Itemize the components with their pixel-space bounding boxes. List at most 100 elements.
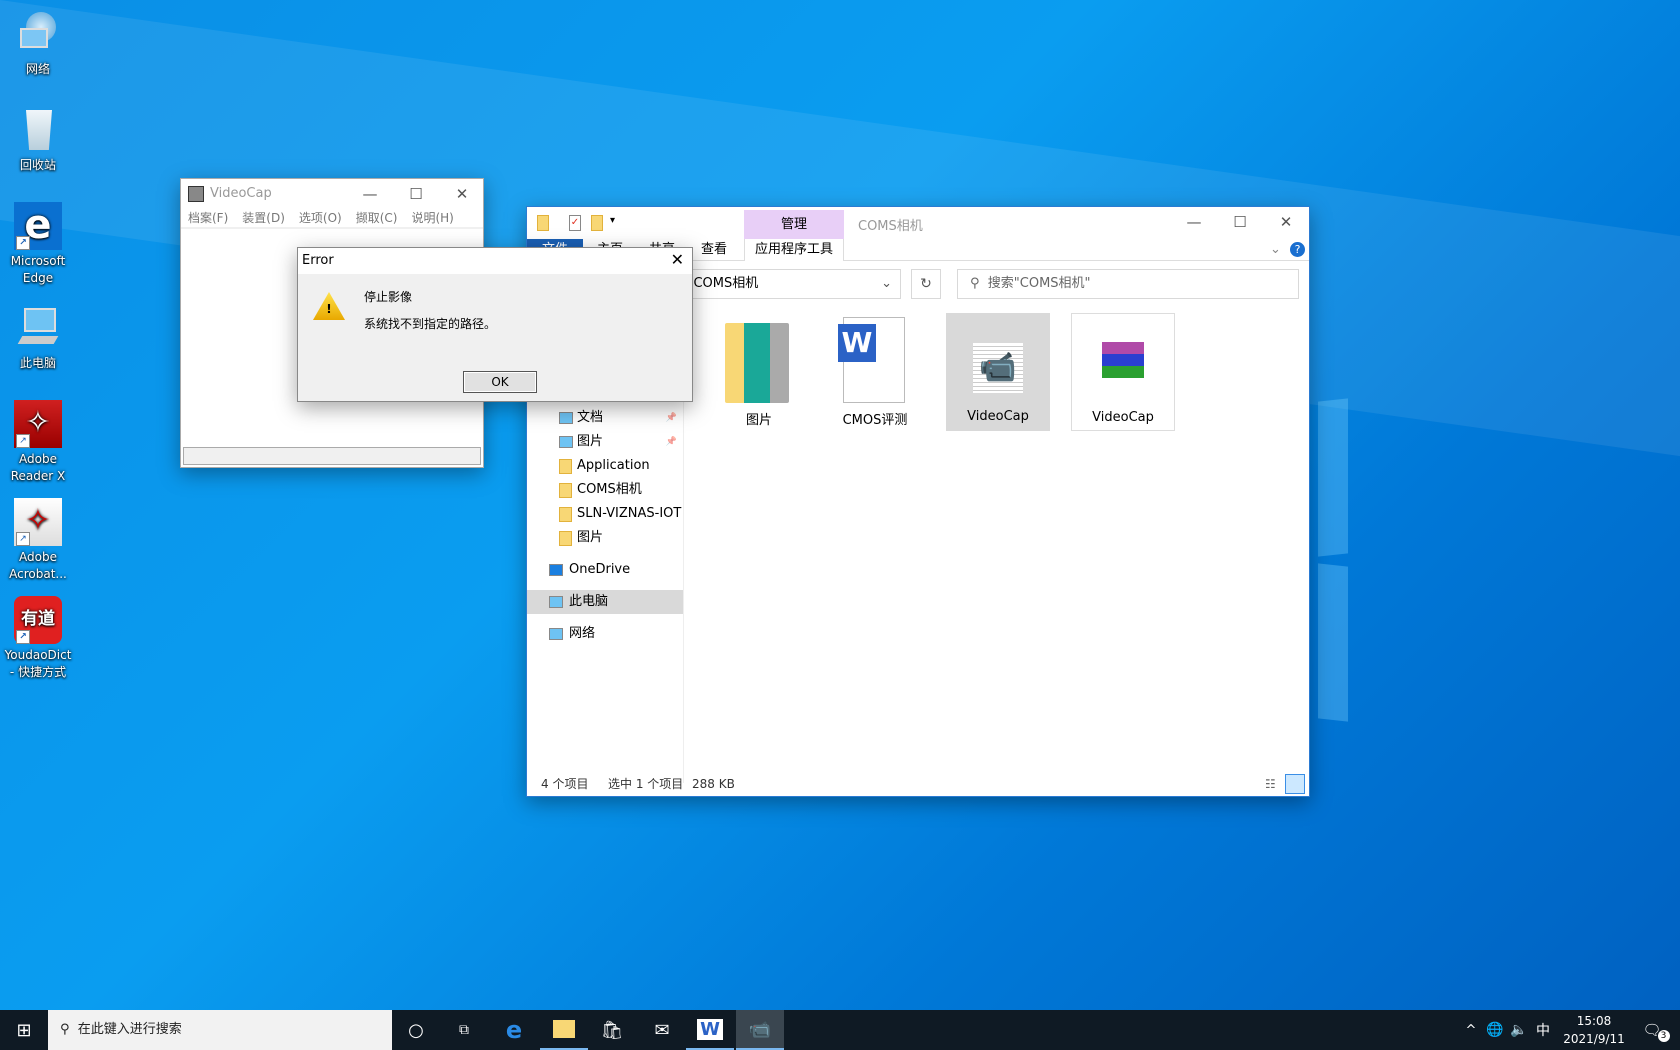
menu-help[interactable]: 说明(H) bbox=[411, 211, 453, 225]
details-view-button[interactable]: ☷ bbox=[1265, 774, 1276, 794]
file-item-rar-archive[interactable]: VideoCap bbox=[1071, 313, 1175, 431]
youdao-icon: 有道 ↗ bbox=[14, 596, 62, 644]
breadcrumb-current[interactable]: COMS相机 bbox=[693, 276, 758, 291]
nav-item[interactable]: OneDrive bbox=[527, 558, 683, 582]
desktop-icon-this-pc[interactable]: 此电脑 bbox=[0, 304, 76, 372]
nav-item-label: 此电脑 bbox=[569, 594, 609, 609]
nav-item[interactable]: 图片 bbox=[527, 526, 683, 550]
start-button[interactable]: ⊞ bbox=[0, 1010, 48, 1050]
nav-item[interactable]: 此电脑 bbox=[527, 590, 683, 614]
tab-view[interactable]: 查看 bbox=[701, 239, 727, 261]
nav-item[interactable]: Application bbox=[527, 454, 683, 478]
file-item-word-document[interactable]: W CMOS评测 bbox=[823, 313, 927, 431]
status-bar: 4 个项目 选中 1 个项目 288 KB ☷ bbox=[527, 774, 1309, 796]
clock[interactable]: 15:08 2021/9/11 bbox=[1556, 1012, 1632, 1048]
ime-indicator[interactable]: 中 bbox=[1530, 1010, 1556, 1050]
ok-button[interactable]: OK bbox=[463, 371, 537, 393]
nav-item[interactable]: 网络 bbox=[527, 622, 683, 646]
dialog-title: Error bbox=[302, 253, 334, 268]
nav-item[interactable]: COMS相机 bbox=[527, 478, 683, 502]
help-icon[interactable]: ? bbox=[1290, 242, 1305, 257]
file-item-folder[interactable]: 图片 bbox=[707, 313, 811, 431]
warning-icon: ! bbox=[313, 292, 345, 320]
close-button[interactable]: ✕ bbox=[439, 179, 485, 209]
dialog-titlebar[interactable]: Error ✕ bbox=[298, 248, 692, 274]
menu-capture[interactable]: 撷取(C) bbox=[356, 211, 398, 225]
network-tray-icon[interactable]: 🌐 bbox=[1482, 1010, 1508, 1050]
desktop-icon-edge[interactable]: e ↗ Microsoft Edge bbox=[0, 202, 76, 287]
quick-access-dropdown-icon[interactable]: ▾ bbox=[610, 215, 615, 226]
taskbar-mail[interactable]: ✉ bbox=[638, 1010, 686, 1050]
close-button[interactable]: ✕ bbox=[671, 250, 684, 269]
search-icon: ⚲ bbox=[970, 276, 980, 291]
pin-icon[interactable]: 📌 bbox=[666, 430, 677, 454]
notification-center-button[interactable]: 🗨 3 bbox=[1636, 1010, 1676, 1050]
item-count: 4 个项目 bbox=[541, 777, 589, 791]
refresh-button[interactable]: ↻ bbox=[911, 269, 941, 299]
rar-archive-icon bbox=[1102, 342, 1144, 378]
address-bar[interactable]: › COMS相机 ⌄ bbox=[667, 269, 901, 299]
adobe-acrobat-icon: ✧ ↗ bbox=[14, 498, 62, 546]
search-box[interactable]: ⚲ 搜索"COMS相机" bbox=[957, 269, 1299, 299]
this-pc-icon bbox=[549, 596, 563, 608]
close-button[interactable]: ✕ bbox=[1263, 207, 1309, 237]
desktop-icon-network[interactable]: 网络 bbox=[0, 10, 76, 78]
new-folder-icon[interactable] bbox=[591, 215, 603, 231]
window-title: COMS相机 bbox=[858, 219, 923, 234]
videocap-app-icon bbox=[188, 186, 204, 202]
this-pc-icon bbox=[14, 304, 62, 352]
nav-item-label: OneDrive bbox=[569, 562, 631, 577]
folder-icon bbox=[537, 215, 549, 231]
folder-icon bbox=[559, 531, 572, 546]
file-item-videocap-app[interactable]: 📹 VideoCap bbox=[946, 313, 1050, 431]
desktop-icon-adobe-acrobat[interactable]: ✧ ↗ Adobe Acrobat... bbox=[0, 498, 76, 583]
task-view-button[interactable]: ⧉ bbox=[440, 1010, 488, 1050]
notification-count: 3 bbox=[1657, 1030, 1670, 1042]
selected-size: 288 KB bbox=[692, 777, 735, 791]
folder-icon bbox=[559, 507, 572, 522]
address-dropdown-icon[interactable]: ⌄ bbox=[881, 270, 892, 298]
onedrive-icon bbox=[549, 564, 563, 576]
network-icon bbox=[549, 628, 563, 640]
desktop-icon-adobe-reader[interactable]: ✧ ↗ Adobe Reader X bbox=[0, 400, 76, 485]
desktop-icon-youdao[interactable]: 有道 ↗ YoudaoDict - 快捷方式 bbox=[0, 596, 76, 681]
expand-ribbon-icon[interactable]: ⌄ bbox=[1270, 239, 1281, 261]
nav-item-label: 文档 bbox=[577, 410, 604, 425]
taskbar-store[interactable]: 🛍 bbox=[588, 1010, 636, 1050]
taskbar-word[interactable]: W bbox=[686, 1010, 734, 1050]
window-title: VideoCap bbox=[210, 186, 272, 201]
taskbar: ⊞ ⚲ 在此键入进行搜索 ○ ⧉ e 🛍 ✉ W 📹 ^ 🌐 🔈 中 15:08… bbox=[0, 1010, 1680, 1050]
document-icon bbox=[559, 412, 573, 424]
tab-app-tools[interactable]: 应用程序工具 bbox=[744, 239, 844, 261]
nav-item[interactable]: SLN-VIZNAS-IOT bbox=[527, 502, 683, 526]
error-dialog: Error ✕ ! 停止影像 系统找不到指定的路径。 OK bbox=[297, 247, 693, 402]
selected-count: 选中 1 个项目 bbox=[608, 777, 684, 791]
adobe-reader-icon: ✧ ↗ bbox=[14, 400, 62, 448]
nav-item[interactable]: 图片 📌 bbox=[527, 430, 683, 454]
menu-device[interactable]: 装置(D) bbox=[242, 211, 285, 225]
recycle-bin-icon bbox=[14, 106, 62, 154]
explorer-titlebar[interactable]: ✓ ▾ 管理 COMS相机 — ☐ ✕ bbox=[527, 207, 1309, 239]
cortana-button[interactable]: ○ bbox=[392, 1010, 440, 1050]
maximize-button[interactable]: ☐ bbox=[1217, 207, 1263, 237]
menu-bar: 档案(F) 装置(D) 选项(O) 撷取(C) 说明(H) bbox=[181, 209, 483, 229]
taskbar-file-explorer[interactable] bbox=[540, 1010, 588, 1050]
menu-options[interactable]: 选项(O) bbox=[299, 211, 342, 225]
maximize-button[interactable]: ☐ bbox=[393, 179, 439, 209]
nav-item-label: COMS相机 bbox=[577, 482, 642, 497]
volume-icon[interactable]: 🔈 bbox=[1506, 1010, 1532, 1050]
nav-item[interactable]: 文档 📌 bbox=[527, 406, 683, 430]
pin-icon[interactable]: 📌 bbox=[666, 406, 677, 430]
minimize-button[interactable]: — bbox=[347, 179, 393, 209]
minimize-button[interactable]: — bbox=[1171, 207, 1217, 237]
taskbar-search[interactable]: ⚲ 在此键入进行搜索 bbox=[48, 1010, 392, 1050]
folder-icon bbox=[559, 483, 572, 498]
desktop-icon-recycle-bin[interactable]: 回收站 bbox=[0, 106, 76, 174]
taskbar-edge[interactable]: e bbox=[490, 1010, 538, 1050]
properties-icon[interactable]: ✓ bbox=[569, 215, 581, 231]
large-icons-view-button[interactable] bbox=[1285, 774, 1305, 794]
error-heading: 停止影像 bbox=[364, 290, 413, 304]
taskbar-videocap[interactable]: 📹 bbox=[736, 1010, 784, 1050]
videocap-titlebar[interactable]: VideoCap — ☐ ✕ bbox=[181, 179, 483, 209]
menu-file[interactable]: 档案(F) bbox=[188, 211, 228, 225]
